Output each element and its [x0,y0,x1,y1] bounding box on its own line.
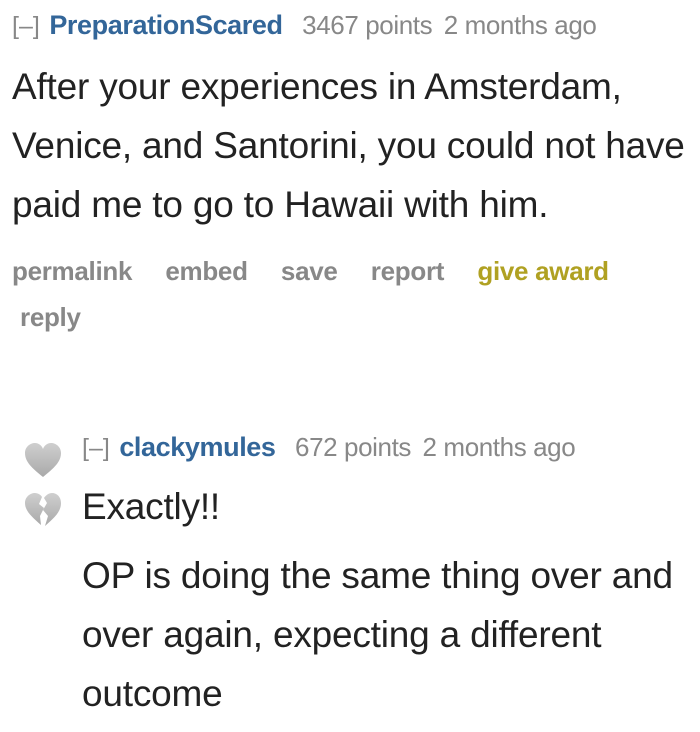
embed-button[interactable]: embed [165,256,248,286]
comment-tagline: [–] clackymules 672 points 2 months ago [82,430,692,465]
report-button[interactable]: report [371,256,445,286]
author-link[interactable]: clackymules [119,432,276,462]
collapse-toggle[interactable]: [–] [12,12,40,40]
reply-button[interactable]: reply [20,302,81,332]
timestamp: 2 months ago [443,10,597,40]
broken-heart-icon[interactable] [22,490,64,530]
heart-icon[interactable] [22,440,64,480]
author-link[interactable]: PreparationScared [49,10,283,40]
timestamp: 2 months ago [422,432,576,462]
comment-paragraph: Exactly!! [82,486,221,527]
comment-body: After your experiences in Amsterdam, Ven… [12,66,685,225]
give-award-button[interactable]: give award [477,256,609,286]
comment-paragraph: OP is doing the same thing over and over… [82,555,673,714]
collapse-toggle[interactable]: [–] [82,434,110,462]
save-button[interactable]: save [281,256,338,286]
parent-comment: [–] PreparationScared 3467 points 2 mont… [12,8,692,340]
comment-tagline: [–] PreparationScared 3467 points 2 mont… [12,8,692,43]
child-comment: [–] clackymules 672 points 2 months ago … [82,430,692,723]
score: 3467 points [302,10,433,40]
comment-buttons: permalink embed save report give award r… [12,248,682,340]
permalink-button[interactable]: permalink [12,256,132,286]
comment-body: Exactly!! OP is doing the same thing ove… [82,477,692,723]
score: 672 points [295,432,412,462]
